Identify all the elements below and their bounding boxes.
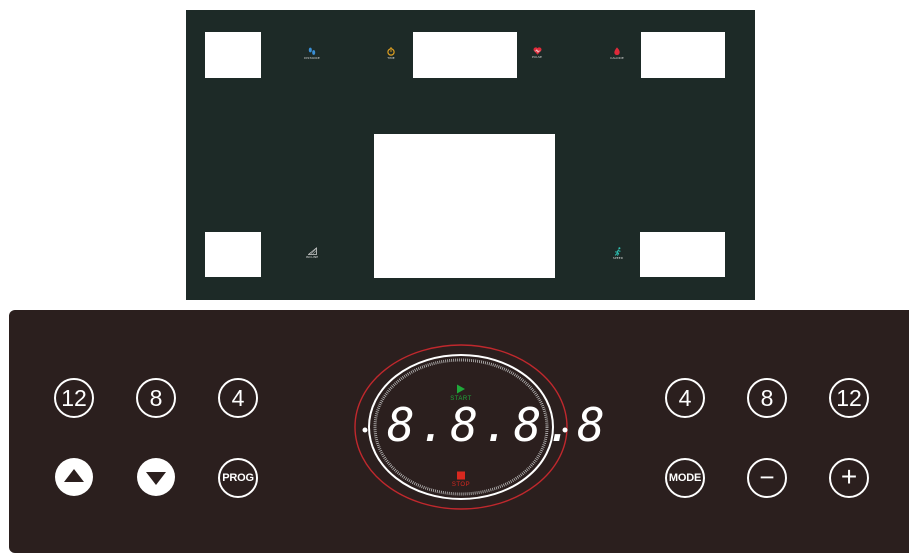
incline-window (205, 232, 261, 277)
time-indicator: TIME (377, 47, 405, 60)
right-quick-key-12[interactable]: 12 (829, 378, 869, 418)
main-window (374, 134, 555, 278)
flame-icon (614, 47, 620, 56)
incline-indicator: INCLINE (298, 247, 326, 259)
speed-plus-button[interactable]: + (829, 458, 869, 498)
left-quick-key-12-label: 12 (61, 384, 87, 411)
left-quick-key-12[interactable]: 12 (54, 378, 94, 418)
right-quick-key-4-label: 4 (678, 384, 692, 411)
calorie-label: CALORIE (610, 56, 624, 60)
distance-indicator: DISTANCE (298, 47, 326, 60)
incline-label: INCLINE (305, 255, 319, 259)
left-quick-key-8-label: 8 (149, 384, 163, 411)
speed-indicator: SPEED (604, 247, 632, 260)
pulse-indicator: PULSE (523, 47, 551, 59)
mode-button[interactable]: MODE (665, 458, 705, 498)
incline-icon (307, 247, 317, 255)
minus-icon: − (759, 461, 775, 492)
distance-window (205, 32, 261, 78)
chevron-up-icon (64, 469, 84, 482)
speed-label: SPEED (612, 256, 624, 260)
right-quick-key-12-label: 12 (836, 384, 862, 411)
incline-down-button[interactable] (137, 458, 175, 496)
speed-window (640, 232, 725, 277)
display-overlay-panel: DISTANCE TIME PULSE CALORIE INCLINE SPEE… (186, 10, 755, 300)
time-label: TIME (387, 56, 395, 60)
calorie-window (641, 32, 725, 78)
left-quick-key-4[interactable]: 4 (218, 378, 258, 418)
mode-button-label: MODE (668, 472, 702, 484)
right-quick-key-8-label: 8 (760, 384, 774, 411)
segment-readout: 8.8.8.8 (387, 398, 609, 452)
runner-icon (614, 247, 621, 256)
control-console: 12 8 4 PROG START 8.8.8.8 STOP 4 8 12 MO… (9, 310, 909, 553)
calorie-indicator: CALORIE (603, 47, 631, 60)
right-quick-key-8[interactable]: 8 (747, 378, 787, 418)
right-quick-key-4[interactable]: 4 (665, 378, 705, 418)
distance-label: DISTANCE (304, 56, 320, 60)
time-window (413, 32, 517, 78)
left-quick-key-8[interactable]: 8 (136, 378, 176, 418)
stop-label: STOP (451, 482, 471, 488)
plus-icon: + (840, 460, 858, 492)
footprints-icon (308, 47, 316, 55)
speed-minus-button[interactable]: − (747, 458, 787, 498)
incline-up-button[interactable] (55, 458, 93, 496)
prog-button-label: PROG (222, 472, 254, 484)
play-icon (457, 384, 465, 394)
pulse-label: PULSE (532, 55, 542, 59)
center-dial: START 8.8.8.8 STOP (352, 342, 609, 512)
prog-button[interactable]: PROG (218, 458, 258, 498)
chevron-down-icon (146, 472, 166, 485)
stop-icon (457, 471, 465, 480)
heart-icon (533, 47, 541, 55)
stopwatch-icon (387, 47, 395, 56)
stop-button[interactable]: STOP (436, 471, 486, 495)
left-quick-key-4-label: 4 (231, 384, 245, 411)
